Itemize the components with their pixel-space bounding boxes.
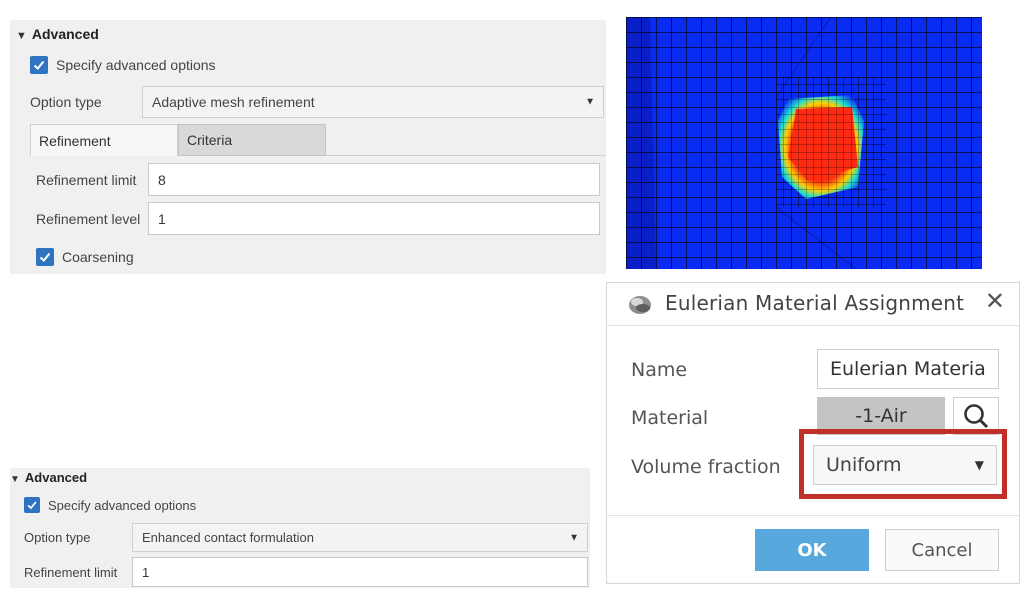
refinement-level-input[interactable]: 1 <box>148 202 600 235</box>
volume-fraction-label: Volume fraction <box>631 456 781 478</box>
advanced-panel-bottom: ▼ Advanced Specify advanced options Optio… <box>10 468 590 588</box>
close-icon[interactable]: ✕ <box>985 287 1005 315</box>
checkbox-checked-icon[interactable] <box>36 248 54 266</box>
refinement-limit-label: Refinement limit <box>36 172 137 188</box>
checkbox-checked-icon[interactable] <box>24 497 40 513</box>
dialog-title: Eulerian Material Assignment <box>665 291 965 315</box>
cancel-button[interactable]: Cancel <box>885 529 999 571</box>
material-sphere-icon <box>629 296 651 314</box>
option-type-label: Option type <box>30 94 102 110</box>
refinement-limit-input[interactable]: 1 <box>132 557 588 587</box>
refinement-limit-input[interactable]: 8 <box>148 163 600 196</box>
collapse-triangle-icon: ▼ <box>16 30 27 42</box>
material-label: Material <box>631 407 709 429</box>
section-header-advanced[interactable]: ▼ Advanced <box>16 26 99 42</box>
specify-advanced-options[interactable]: Specify advanced options <box>24 497 196 513</box>
advanced-panel-top: ▼ Advanced Specify advanced options Optio… <box>10 20 606 274</box>
dropdown-arrow-icon: ▼ <box>585 96 595 108</box>
tab-refinement[interactable]: Refinement <box>30 124 178 156</box>
refinement-limit-label: Refinement limit <box>24 565 118 580</box>
search-icon <box>964 404 989 429</box>
collapse-triangle-icon: ▼ <box>10 474 20 485</box>
option-type-select[interactable]: Enhanced contact formulation ▼ <box>132 523 588 552</box>
name-input[interactable]: Eulerian Materia <box>817 349 999 389</box>
eulerian-material-dialog: Eulerian Material Assignment ✕ Name Eule… <box>606 282 1020 584</box>
dropdown-arrow-icon: ▼ <box>974 458 984 472</box>
specify-advanced-options[interactable]: Specify advanced options <box>30 56 216 74</box>
title-divider <box>607 325 1019 326</box>
option-type-select[interactable]: Adaptive mesh refinement ▼ <box>142 86 604 118</box>
tab-strip-divider <box>326 155 606 156</box>
dropdown-arrow-icon: ▼ <box>569 532 579 543</box>
option-type-label: Option type <box>24 530 91 545</box>
mesh-refinement-image <box>626 17 982 269</box>
ok-button[interactable]: OK <box>755 529 869 571</box>
refinement-level-label: Refinement level <box>36 211 141 227</box>
name-label: Name <box>631 359 688 381</box>
coarsening-option[interactable]: Coarsening <box>36 248 134 266</box>
footer-divider <box>607 515 1019 516</box>
volume-fraction-select[interactable]: Uniform ▼ <box>813 445 997 485</box>
checkbox-checked-icon[interactable] <box>30 56 48 74</box>
section-header-advanced[interactable]: ▼ Advanced <box>10 470 87 485</box>
tab-criteria[interactable]: Criteria <box>178 124 326 156</box>
